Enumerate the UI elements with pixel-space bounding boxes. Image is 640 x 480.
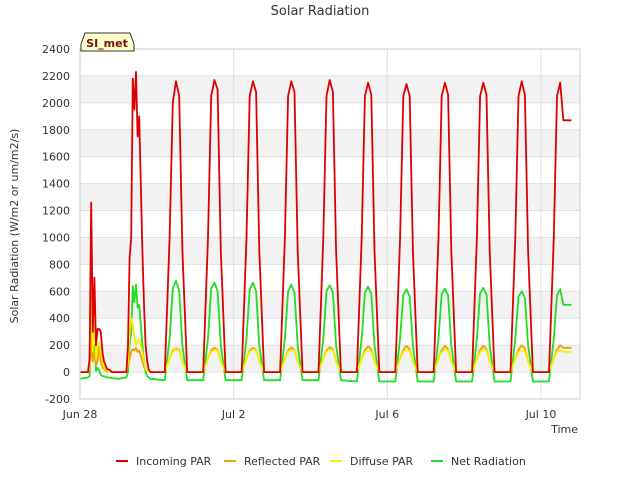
- y-tick-label: 200: [49, 339, 70, 352]
- y-tick-label: 0: [63, 366, 70, 379]
- x-axis-label: Time: [550, 423, 578, 436]
- y-tick-label: 2200: [42, 70, 70, 83]
- chart-title: Solar Radiation: [271, 4, 370, 19]
- legend: Incoming PAR Reflected PAR Diffuse PAR Net …: [116, 455, 526, 468]
- legend-label-reflected-par: Reflected PAR: [244, 455, 321, 468]
- series-line-incoming-par: [80, 71, 572, 373]
- x-tick-label: Jun 28: [62, 408, 98, 421]
- grid-bands: [80, 75, 580, 373]
- y-tick-labels: -200 0 200 400 600 800 1000 1200 1400 1600 1800 200…: [42, 43, 70, 406]
- legend-label-diffuse-par: Diffuse PAR: [350, 455, 414, 468]
- x-tick-labels: Jun 28 Jul 2 Jul 6 Jul 10: [62, 408, 557, 421]
- y-tick-label: 1200: [42, 205, 70, 218]
- y-tick-label: 2400: [42, 43, 70, 56]
- series-lines: [80, 71, 572, 383]
- grid-band: [80, 183, 580, 211]
- x-tick-label: Jul 10: [525, 408, 557, 421]
- y-tick-label: 2000: [42, 97, 70, 110]
- site-badge: SI_met: [80, 32, 135, 52]
- legend-label-incoming-par: Incoming PAR: [136, 455, 212, 468]
- y-tick-label: 1600: [42, 151, 70, 164]
- y-axis-label: Solar Radiation (W/m2 or um/m2/s): [8, 129, 21, 324]
- y-tick-label: 800: [49, 258, 70, 271]
- x-tick-label: Jul 2: [221, 408, 246, 421]
- y-tick-label: 1400: [42, 178, 70, 191]
- x-tick-label: Jul 6: [374, 408, 399, 421]
- grid-band: [80, 291, 580, 319]
- solar-radiation-chart: -200 0 200 400 600 800 1000 1200 1400 1600 1800 200…: [8, 4, 581, 468]
- y-tick-label: 1800: [42, 124, 70, 137]
- y-tick-label: 400: [49, 312, 70, 325]
- grid-band: [80, 129, 580, 157]
- y-tick-label: 600: [49, 285, 70, 298]
- y-tick-label: 1000: [42, 231, 70, 244]
- grid-band: [80, 237, 580, 265]
- y-tick-label: -200: [45, 393, 70, 406]
- legend-label-net-radiation: Net Radiation: [451, 455, 526, 468]
- site-badge-label: SI_met: [86, 37, 128, 50]
